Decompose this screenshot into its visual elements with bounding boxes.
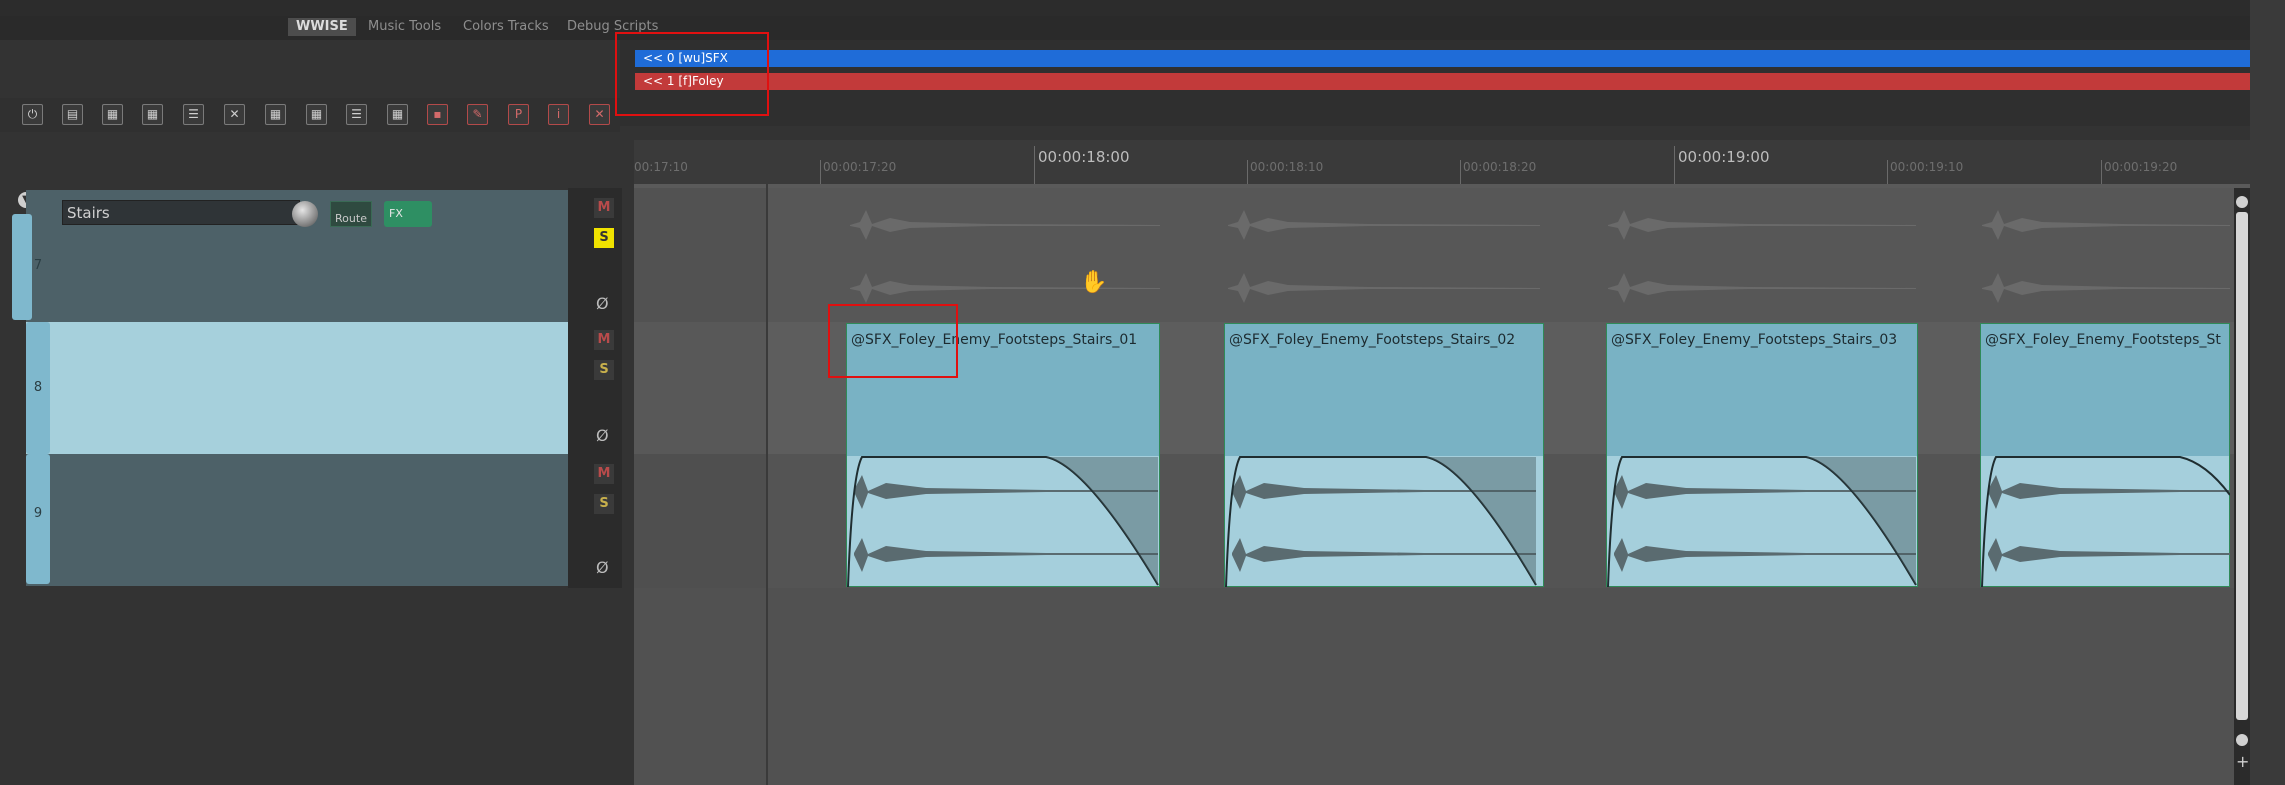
track-9-header[interactable] — [26, 454, 568, 586]
fx-button[interactable]: FX — [384, 201, 432, 227]
x-icon[interactable]: ✕ — [589, 104, 610, 125]
ruler-tick — [1034, 146, 1035, 184]
track-8-header[interactable] — [26, 322, 568, 454]
phase-icon[interactable]: Ø — [596, 426, 609, 445]
ruler-tick — [1674, 146, 1675, 184]
close-x-icon[interactable]: ✕ — [224, 104, 245, 125]
grid-icon[interactable]: ▦ — [142, 104, 163, 125]
grid-icon[interactable]: ▦ — [102, 104, 123, 125]
item-name: @SFX_Foley_Enemy_Footsteps_St — [1985, 332, 2221, 348]
mute-button[interactable]: M — [594, 198, 614, 218]
ruler-label-major: 00:00:19:00 — [1678, 148, 1770, 166]
region-foley[interactable]: << 1 [f]Foley — [635, 73, 2250, 90]
route-button[interactable]: Route — [330, 201, 372, 227]
phase-icon[interactable]: Ø — [596, 558, 609, 577]
annotation-box — [615, 32, 769, 116]
routing-icon[interactable]: ⏻ — [22, 104, 43, 125]
item-name: @SFX_Foley_Enemy_Footsteps_Stairs_03 — [1611, 332, 1898, 348]
grid-icon[interactable]: ▦ — [265, 104, 286, 125]
grid-icon[interactable]: ▦ — [387, 104, 408, 125]
ruler-tick — [1247, 160, 1248, 184]
volume-knob[interactable] — [292, 201, 318, 227]
ruler-tick — [2101, 160, 2102, 184]
mute-button[interactable]: M — [594, 464, 614, 484]
edit-icon[interactable]: ✎ — [467, 104, 488, 125]
region-sfx[interactable]: << 0 [wu]SFX — [635, 50, 2250, 67]
ruler-label: 00:00:17:20 — [823, 160, 897, 174]
track-name-field[interactable]: Stairs — [62, 200, 300, 225]
ruler-label: 00:17:10 — [634, 160, 688, 174]
ruler-label-major: 00:00:18:00 — [1038, 148, 1130, 166]
item-waveforms — [847, 456, 2230, 587]
hand-cursor-icon: ✋ — [1080, 270, 1108, 295]
scrollbar-thumb[interactable] — [2236, 212, 2248, 720]
mute-button[interactable]: M — [594, 330, 614, 350]
solo-button[interactable]: S — [594, 494, 614, 514]
item-name: @SFX_Foley_Enemy_Footsteps_Stairs_02 — [1229, 332, 1516, 348]
ruler-tick — [1887, 160, 1888, 184]
grid-icon[interactable]: ▦ — [306, 104, 327, 125]
box-icon[interactable]: ▪ — [427, 104, 448, 125]
track-number: 8 — [33, 380, 43, 395]
preroll-area — [634, 188, 766, 588]
folder-icon[interactable]: ▤ — [62, 104, 83, 125]
ruler-tick — [820, 160, 821, 184]
zoom-plus-icon[interactable]: + — [2236, 752, 2249, 771]
p-icon[interactable]: P — [508, 104, 529, 125]
ruler-tick — [1460, 160, 1461, 184]
annotation-box — [828, 304, 958, 378]
track-number: 9 — [33, 506, 43, 521]
list-icon[interactable]: ☰ — [183, 104, 204, 125]
scroll-up-icon[interactable] — [2236, 196, 2248, 208]
phase-icon[interactable]: Ø — [596, 294, 609, 313]
tab-music-tools[interactable]: Music Tools — [368, 18, 441, 36]
solo-button[interactable]: S — [594, 228, 614, 248]
tab-colors-tracks[interactable]: Colors Tracks — [463, 18, 549, 36]
edit-cursor — [766, 180, 768, 785]
ruler-label: 00:00:18:20 — [1463, 160, 1537, 174]
ruler-label: 00:00:18:10 — [1250, 160, 1324, 174]
track-number: 7 — [33, 258, 43, 273]
window-edge — [2250, 0, 2285, 785]
tab-wwise[interactable]: WWISE — [288, 18, 356, 36]
scroll-down-icon[interactable] — [2236, 734, 2248, 746]
i-icon[interactable]: i — [548, 104, 569, 125]
ruler-label: 00:00:19:10 — [1890, 160, 1964, 174]
list-icon[interactable]: ☰ — [346, 104, 367, 125]
ruler-label: 00:00:19:20 — [2104, 160, 2178, 174]
track-7-waveforms — [850, 210, 2230, 303]
mute-solo-column — [568, 188, 622, 588]
solo-button[interactable]: S — [594, 360, 614, 380]
